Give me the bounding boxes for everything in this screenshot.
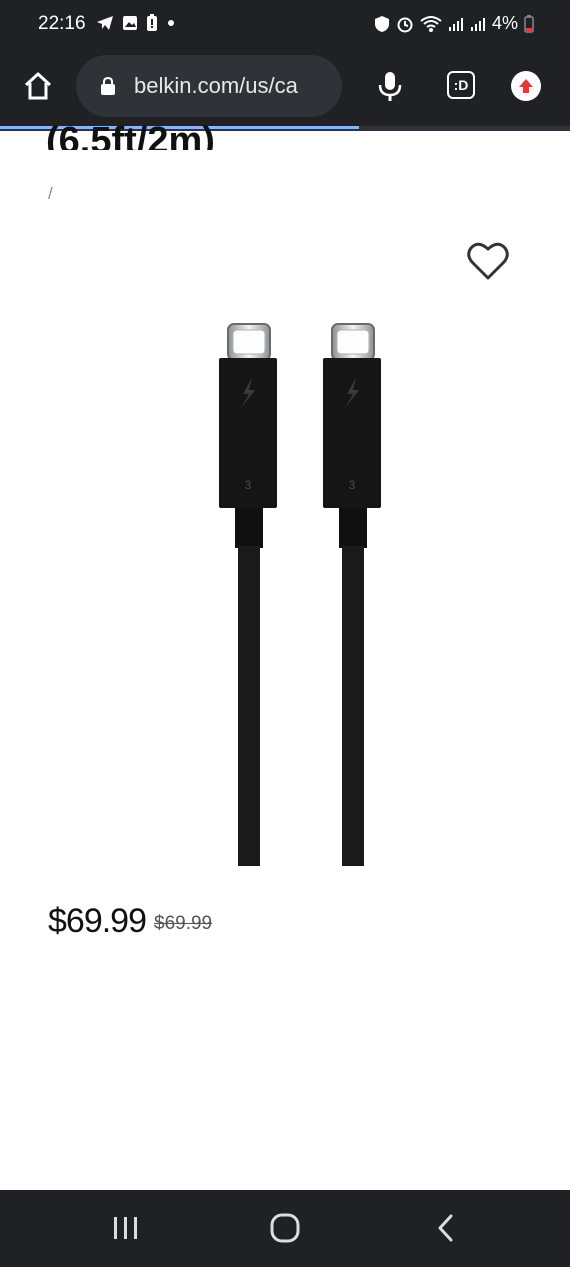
status-bar: 22:16 4%: [0, 0, 570, 50]
home-button[interactable]: [255, 1208, 315, 1248]
tab-switcher-button[interactable]: :D: [447, 71, 475, 99]
dot-icon: [168, 20, 174, 26]
product-title: (6.5ft/2m): [46, 120, 215, 150]
product-original-price: $69.99: [154, 913, 213, 934]
back-chevron-icon: [438, 1214, 453, 1242]
product-price: $69.99: [48, 902, 147, 940]
svg-text:3: 3: [349, 478, 356, 492]
breadcrumb[interactable]: /: [48, 184, 53, 204]
alarm-icon: [397, 17, 413, 32]
cable-right: 3: [323, 323, 381, 866]
recents-icon: [114, 1217, 137, 1239]
battery-icon: [524, 14, 534, 33]
telegram-icon: [97, 16, 113, 30]
status-time: 22:16: [38, 13, 86, 34]
svg-text:3: 3: [245, 478, 252, 492]
home-icon[interactable]: [22, 70, 54, 102]
signal-icon: [448, 17, 463, 31]
url-text: belkin.com/us/ca: [134, 73, 298, 98]
arrow-up-icon: [519, 79, 533, 93]
wifi-icon: [420, 15, 442, 32]
signal-icon: [470, 17, 485, 31]
status-system-icons: 4%: [374, 13, 534, 34]
image-icon: [123, 16, 137, 30]
home-circle-icon: [270, 1213, 300, 1243]
lock-icon: [101, 76, 115, 95]
back-button[interactable]: [416, 1208, 476, 1248]
tab-count: :D: [453, 77, 469, 93]
address-bar[interactable]: belkin.com/us/ca: [76, 55, 342, 117]
recents-button[interactable]: [96, 1208, 156, 1248]
system-nav-bar: [0, 1190, 570, 1267]
shield-icon: [374, 15, 389, 32]
microphone-icon[interactable]: [376, 70, 404, 104]
status-notification-icons: [96, 14, 176, 32]
battery-alert-icon: [147, 14, 157, 31]
battery-percent: 4%: [491, 13, 518, 33]
cable-left: 3: [219, 323, 277, 866]
upload-badge-button[interactable]: [511, 71, 541, 101]
product-image[interactable]: 3 3: [205, 322, 395, 868]
heart-icon[interactable]: [466, 240, 510, 282]
